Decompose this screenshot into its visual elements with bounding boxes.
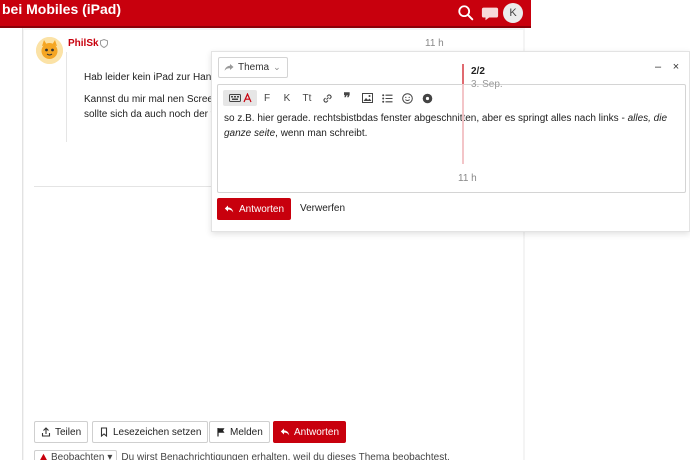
- editor-toolbar: F K Tt ❞: [223, 90, 437, 106]
- options-button[interactable]: [417, 90, 437, 106]
- link-icon: [322, 93, 332, 103]
- keyboard-icon: [228, 94, 241, 102]
- notification-level-button[interactable]: Beobachten ▾: [34, 450, 118, 460]
- share-icon: [41, 427, 51, 437]
- flag-icon: [217, 428, 225, 437]
- share-label: Teilen: [55, 426, 82, 438]
- bookmark-icon: [100, 427, 108, 437]
- warning-icon: [39, 453, 48, 460]
- reply-button[interactable]: Antworten: [273, 421, 347, 443]
- image-upload-button[interactable]: [357, 90, 377, 106]
- editor-content[interactable]: so z.B. hier gerade. rechtsbistbdas fens…: [224, 111, 679, 141]
- list-icon: [381, 93, 392, 103]
- post-body: Hab leider kein iPad zur Hand Kannst du …: [66, 52, 216, 142]
- quote-button[interactable]: ❞: [337, 90, 357, 106]
- post-timestamp[interactable]: 11 h: [425, 38, 444, 49]
- bullet-list-button[interactable]: [377, 90, 397, 106]
- topic-selector[interactable]: Thema ⌄: [218, 57, 288, 78]
- topic-selector-label: Thema: [238, 62, 270, 73]
- link-button[interactable]: [317, 90, 337, 106]
- notification-row: Beobachten ▾ Du wirst Benachrichtigungen…: [34, 450, 450, 460]
- topic-title[interactable]: bei Mobiles (iPad): [2, 1, 121, 17]
- flag-label: Melden: [230, 426, 263, 438]
- reply-editor[interactable]: F K Tt ❞ so z.B. hier gerade. rechtsbist…: [217, 84, 686, 193]
- share-button[interactable]: Teilen: [34, 421, 89, 443]
- shield-icon: [100, 39, 108, 48]
- reply-composer: Thema ⌄ F K Tt ❞ so z.B. hier gerade. re…: [211, 51, 690, 232]
- editor-text-part-1: so z.B. hier gerade. rechtsbistbdas fens…: [224, 113, 628, 124]
- reply-label: Antworten: [294, 426, 340, 438]
- post-paragraph-2-line-1: Kannst du mir mal nen Screen: [84, 94, 216, 105]
- timeline-scrollbar[interactable]: [462, 64, 464, 164]
- notification-level-label: Beobachten: [51, 451, 105, 460]
- post-paragraph-1: Hab leider kein iPad zur Hand: [84, 72, 216, 83]
- bookmark-label: Lesezeichen setzen: [113, 426, 202, 438]
- editor-text-part-2: , wenn man schreibt.: [275, 128, 368, 139]
- flag-button[interactable]: Melden: [209, 421, 270, 443]
- chat-icon[interactable]: [481, 4, 499, 22]
- cat-avatar-icon: [36, 37, 63, 64]
- post-counter: 2/2: [471, 66, 485, 77]
- gear-icon: [422, 93, 432, 103]
- discard-button[interactable]: Verwerfen: [300, 203, 345, 214]
- top-header: bei Mobiles (iPad) K: [0, 0, 531, 28]
- reply-icon: [280, 428, 290, 436]
- author-name[interactable]: PhilSk: [68, 38, 99, 49]
- post-paragraph-2-line-2: sollte sich da auch noch der f: [84, 109, 214, 120]
- italic-button[interactable]: K: [277, 90, 297, 106]
- close-icon[interactable]: ×: [671, 62, 681, 73]
- quote-icon: ❞: [343, 90, 351, 105]
- search-icon[interactable]: [457, 4, 475, 22]
- submit-reply-button[interactable]: Antworten: [217, 198, 292, 220]
- post-counter-date: 3. Sep.: [471, 79, 503, 90]
- emoji-button[interactable]: [397, 90, 417, 106]
- rich-text-toggle-button[interactable]: [223, 90, 257, 106]
- submit-reply-label: Antworten: [239, 203, 285, 215]
- smiley-icon: [401, 92, 413, 104]
- user-avatar[interactable]: K: [503, 3, 523, 23]
- heading-button[interactable]: Tt: [297, 90, 317, 106]
- timeline-handle[interactable]: [462, 64, 464, 84]
- editor-timestamp: 11 h: [458, 173, 477, 184]
- bookmark-button[interactable]: Lesezeichen setzen: [92, 421, 209, 443]
- image-icon: [361, 93, 373, 103]
- chevron-down-icon: ⌄: [273, 62, 281, 72]
- text-format-icon: [242, 93, 252, 103]
- notification-text: Du wirst Benachrichtigungen erhalten, we…: [121, 451, 450, 460]
- author-avatar[interactable]: [36, 37, 63, 64]
- share-arrow-icon: [224, 64, 234, 71]
- chevron-down-icon: ▾: [107, 451, 113, 460]
- minimize-icon[interactable]: –: [653, 62, 663, 73]
- bold-button[interactable]: F: [257, 90, 277, 106]
- reply-icon: [224, 205, 234, 213]
- post-paragraph-2: Kannst du mir mal nen Screen sollte sich…: [84, 92, 216, 122]
